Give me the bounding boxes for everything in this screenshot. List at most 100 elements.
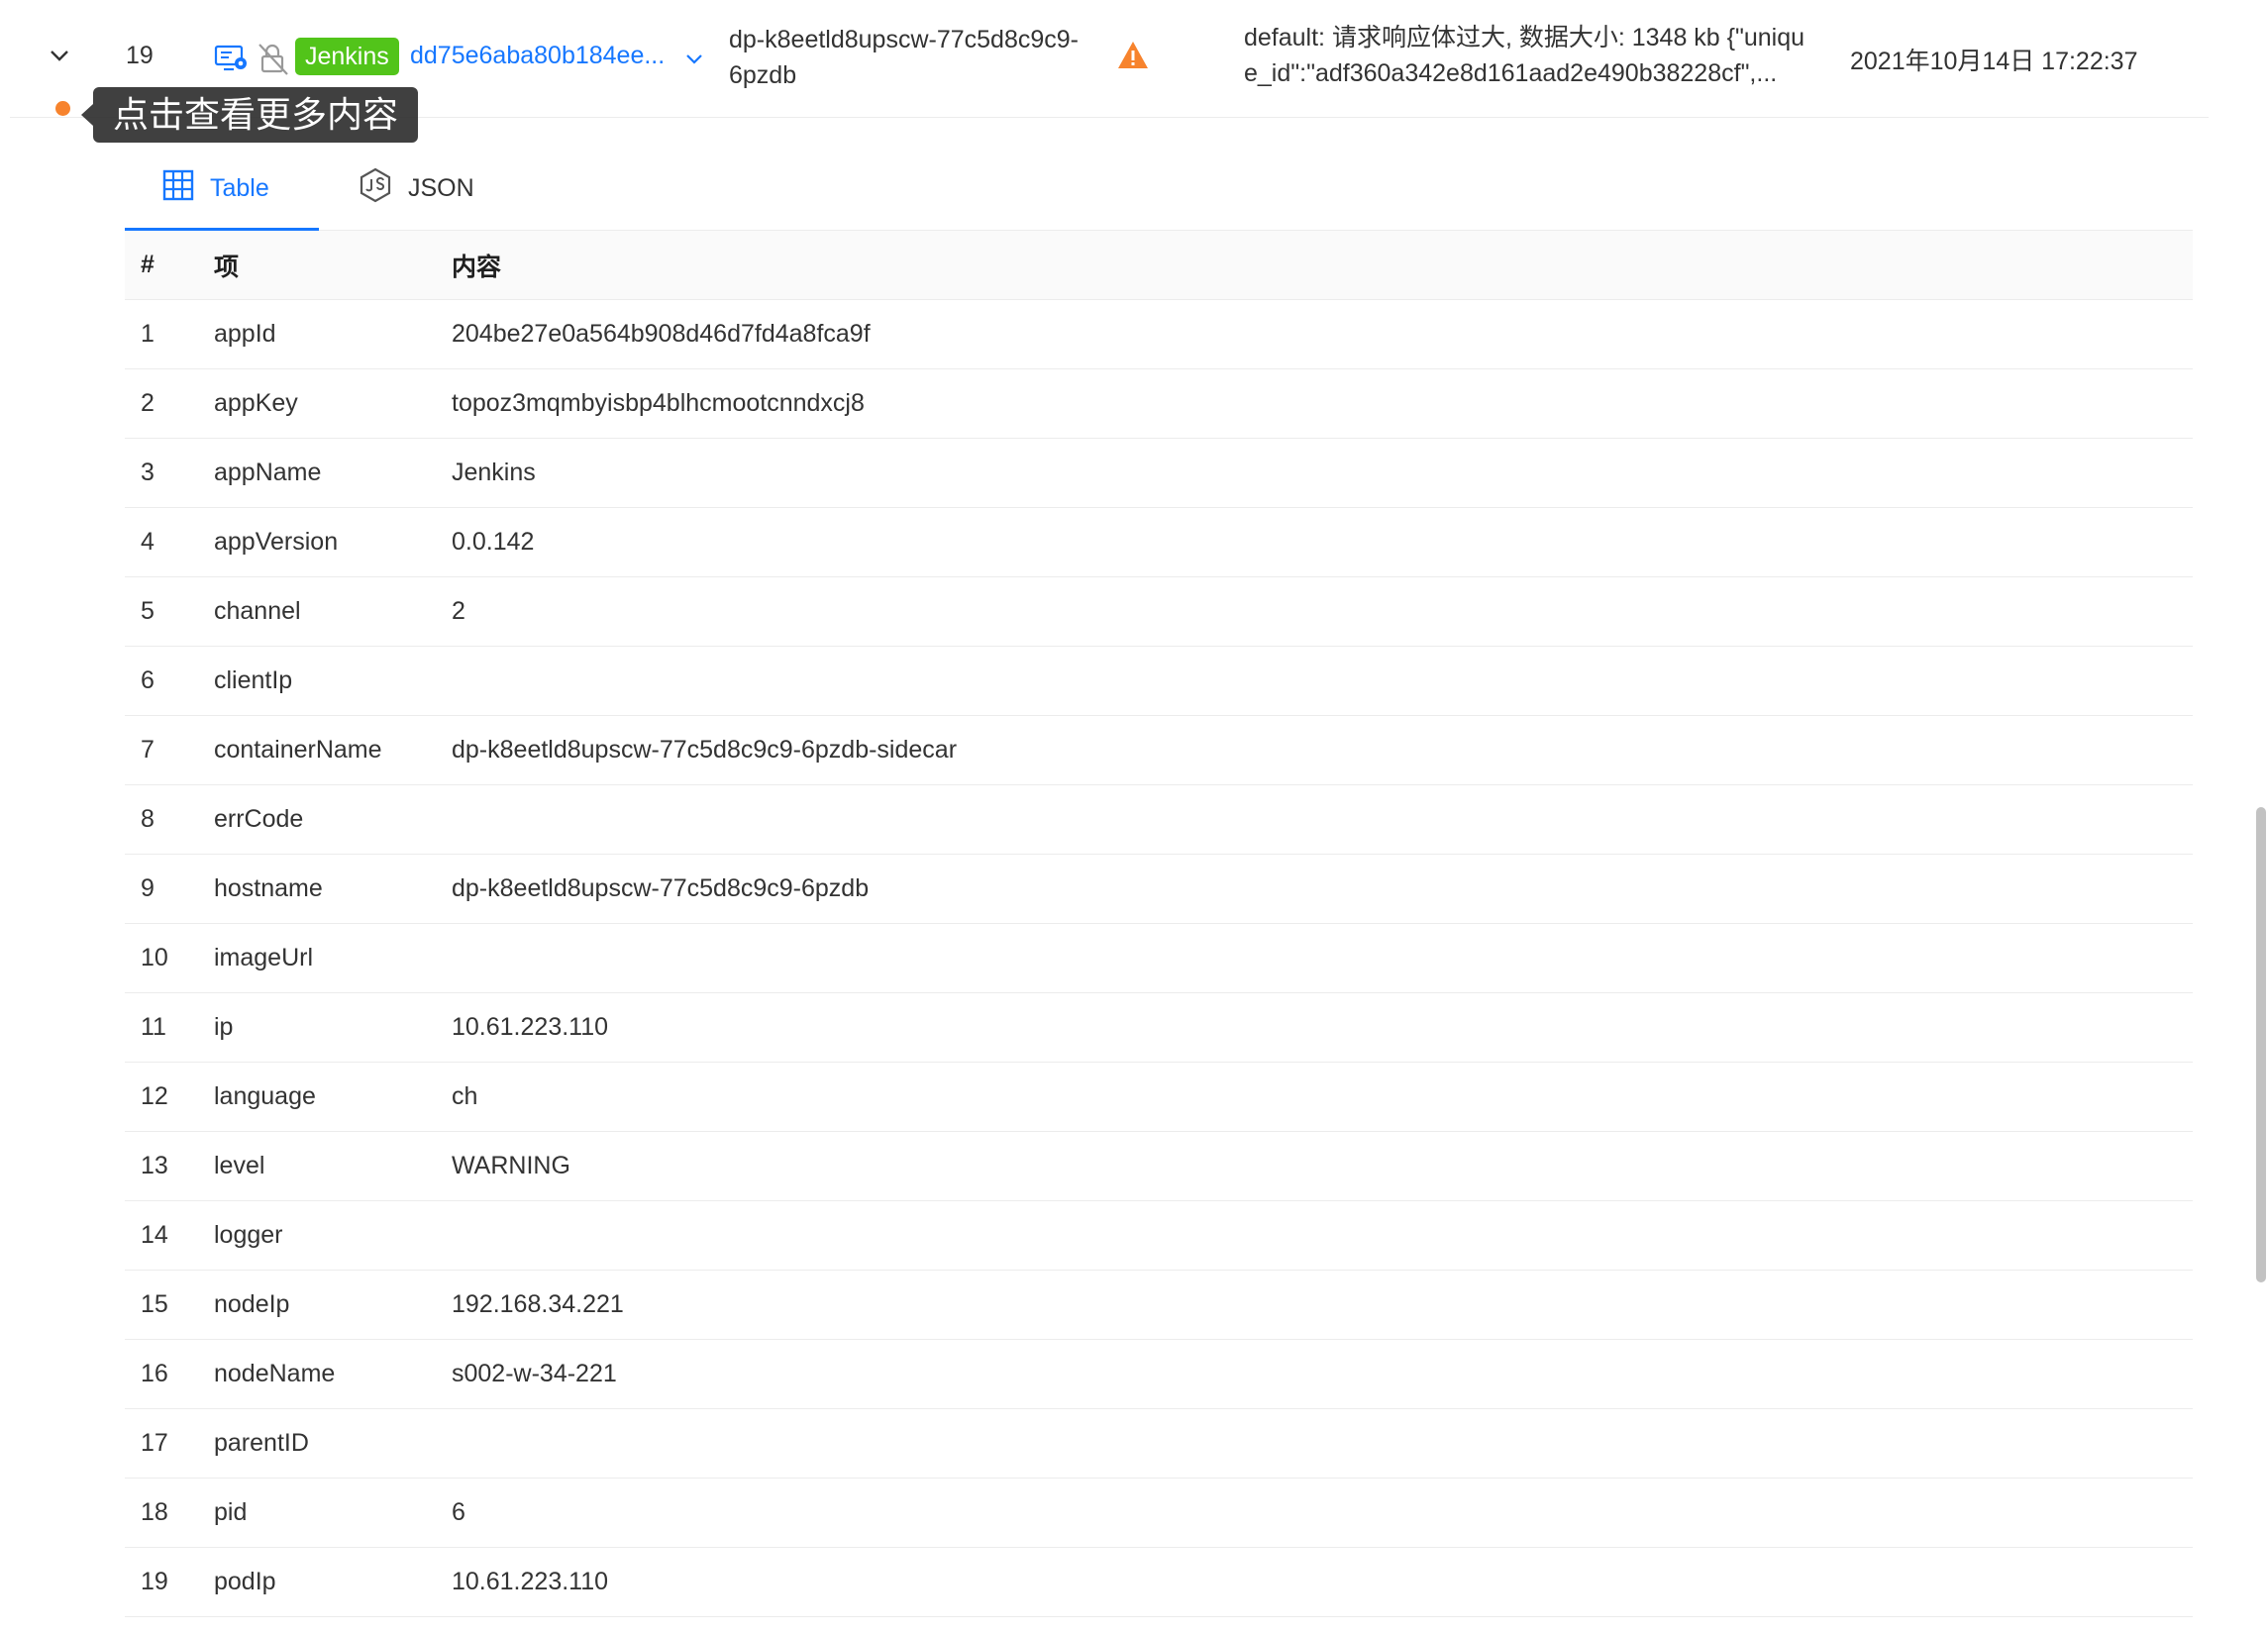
scrollbar-thumb[interactable]	[2256, 807, 2266, 1282]
row-index-cell: 3	[125, 438, 214, 508]
table-row: 11 ip 10.61.223.110	[125, 992, 2193, 1063]
row-index-cell: 5	[125, 576, 214, 647]
vertical-scrollbar[interactable]	[2256, 0, 2268, 1634]
row-index-cell: 12	[125, 1062, 214, 1132]
row-index-cell: 9	[125, 854, 214, 924]
row-value-cell: topoz3mqmbyisbp4blhcmootcnndxcj8	[452, 368, 2193, 439]
row-key-cell: language	[214, 1062, 452, 1132]
chevron-down-icon[interactable]	[683, 48, 705, 69]
table-row: 2 appKey topoz3mqmbyisbp4blhcmootcnndxcj8	[125, 368, 2193, 439]
row-key-cell: imageUrl	[214, 923, 452, 993]
table-header-row: # 项 内容	[125, 231, 2193, 300]
detail-tabs: Table JSON	[125, 147, 2193, 232]
table-row: 1 appId 204be27e0a564b908d46d7fd4a8fca9f	[125, 299, 2193, 369]
row-index-cell: 19	[125, 1547, 214, 1617]
row-index-cell: 17	[125, 1408, 214, 1479]
row-key-cell: appName	[214, 438, 452, 508]
app-tag: Jenkins	[295, 38, 399, 75]
log-message-line2: e_id":"adf360a342e8d161aad2e490b38228cf"…	[1244, 59, 1778, 87]
pod-name: dp-k8eetld8upscw-77c5d8c9c9-6pzdb	[729, 26, 1079, 89]
row-index-cell: 10	[125, 923, 214, 993]
row-key-cell: hostname	[214, 854, 452, 924]
row-value-cell	[452, 646, 2193, 716]
table-row: 9 hostname dp-k8eetld8upscw-77c5d8c9c9-6pz…	[125, 854, 2193, 924]
row-value-cell	[452, 1408, 2193, 1479]
row-key-cell: nodeName	[214, 1339, 452, 1409]
trace-id-link[interactable]: dd75e6aba80b184ee...	[410, 42, 665, 70]
nodejs-icon	[359, 167, 392, 210]
row-index-cell: 6	[125, 646, 214, 716]
tab-json-label: JSON	[408, 173, 474, 202]
row-value-cell	[452, 1200, 2193, 1271]
row-value-cell: 10.61.223.110	[452, 1547, 2193, 1617]
row-index-cell: 8	[125, 784, 214, 855]
row-value-cell: 204be27e0a564b908d46d7fd4a8fca9f	[452, 299, 2193, 369]
lock-disabled-icon	[255, 40, 292, 77]
tooltip-arrow	[81, 104, 93, 126]
row-index-cell: 4	[125, 507, 214, 577]
row-key-cell: level	[214, 1131, 452, 1201]
header-index: #	[125, 231, 214, 300]
table-row: 7 containerName dp-k8eetld8upscw-77c5d8c9c…	[125, 715, 2193, 785]
table-row: 10 imageUrl	[125, 923, 2193, 993]
header-value: 内容	[452, 231, 2193, 300]
row-index-cell: 16	[125, 1339, 214, 1409]
collapse-chevron-icon[interactable]	[46, 42, 73, 69]
row-key-cell: parentID	[214, 1408, 452, 1479]
row-key-cell: clientIp	[214, 646, 452, 716]
table-row: 4 appVersion 0.0.142	[125, 507, 2193, 577]
timestamp: 2021年10月14日 17:22:37	[1850, 48, 2138, 75]
table-row: 12 language ch	[125, 1062, 2193, 1132]
row-index-cell: 18	[125, 1478, 214, 1548]
row-key-cell: nodeIp	[214, 1270, 452, 1340]
warning-icon	[1117, 40, 1149, 71]
status-dot	[55, 101, 70, 116]
row-key-cell: appVersion	[214, 507, 452, 577]
row-value-cell: Jenkins	[452, 438, 2193, 508]
tab-table[interactable]: Table	[125, 147, 319, 232]
table-row: 18 pid 6	[125, 1478, 2193, 1548]
row-value-cell: 6	[452, 1478, 2193, 1548]
table-grid-icon	[162, 169, 194, 208]
table-row: 6 clientIp	[125, 646, 2193, 716]
row-key-cell: channel	[214, 576, 452, 647]
table-row: 5 channel 2	[125, 576, 2193, 647]
row-key-cell: ip	[214, 992, 452, 1063]
row-index-cell: 7	[125, 715, 214, 785]
table-row: 19 podIp 10.61.223.110	[125, 1547, 2193, 1617]
row-value-cell: 10.61.223.110	[452, 992, 2193, 1063]
tab-json[interactable]: JSON	[359, 147, 474, 230]
row-index-cell: 2	[125, 368, 214, 439]
table-row: 17 parentID	[125, 1408, 2193, 1479]
row-key-cell: errCode	[214, 784, 452, 855]
monitor-icon	[214, 44, 248, 73]
table-row: 16 nodeName s002-w-34-221	[125, 1339, 2193, 1409]
more-content-tooltip: 点击查看更多内容	[93, 87, 419, 143]
row-value-cell	[452, 784, 2193, 855]
row-value-cell: 192.168.34.221	[452, 1270, 2193, 1340]
row-key-cell: logger	[214, 1200, 452, 1271]
row-value-cell: dp-k8eetld8upscw-77c5d8c9c9-6pzdb	[452, 854, 2193, 924]
row-value-cell: s002-w-34-221	[452, 1339, 2193, 1409]
row-value-cell	[452, 923, 2193, 993]
row-key-cell: podIp	[214, 1547, 452, 1617]
row-key-cell: appId	[214, 299, 452, 369]
table-row: 8 errCode	[125, 784, 2193, 855]
row-index-cell: 14	[125, 1200, 214, 1271]
row-value-cell: ch	[452, 1062, 2193, 1132]
header-key: 项	[214, 231, 452, 300]
table-row: 13 level WARNING	[125, 1131, 2193, 1201]
row-index: 19	[126, 42, 154, 69]
table-row: 3 appName Jenkins	[125, 438, 2193, 508]
log-message: default: 请求响应体过大, 数据大小: 1348 kb {"uniqu …	[1244, 20, 1818, 91]
log-message-line1: default: 请求响应体过大, 数据大小: 1348 kb {"uniqu	[1244, 24, 1805, 51]
row-index-cell: 1	[125, 299, 214, 369]
row-value-cell: 0.0.142	[452, 507, 2193, 577]
row-value-cell: dp-k8eetld8upscw-77c5d8c9c9-6pzdb-sideca…	[452, 715, 2193, 785]
row-value-cell: 2	[452, 576, 2193, 647]
table-row: 15 nodeIp 192.168.34.221	[125, 1270, 2193, 1340]
row-key-cell: pid	[214, 1478, 452, 1548]
row-key-cell: appKey	[214, 368, 452, 439]
row-value-cell: WARNING	[452, 1131, 2193, 1201]
tab-table-label: Table	[210, 173, 269, 202]
